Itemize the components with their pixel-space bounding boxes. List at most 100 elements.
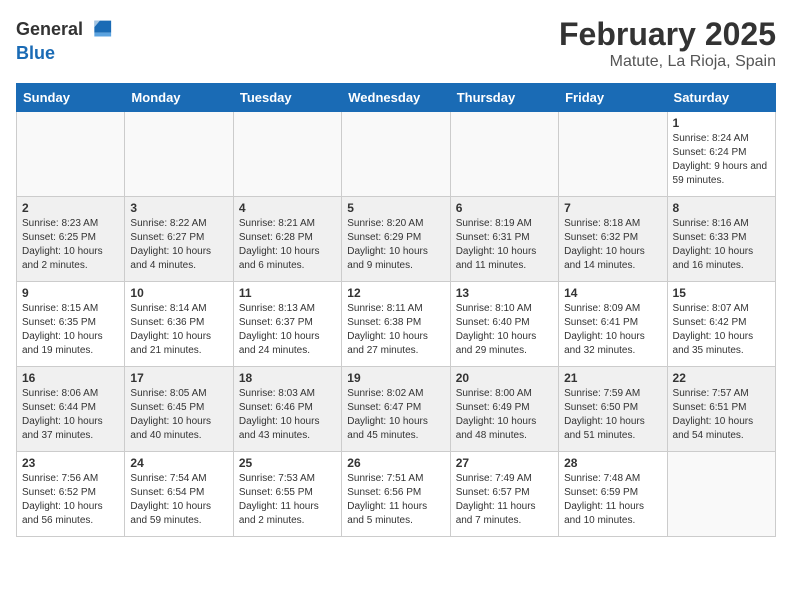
table-row: 17 Sunrise: 8:05 AMSunset: 6:45 PMDayligh… [125, 367, 233, 452]
table-row [17, 112, 125, 197]
table-row: 26 Sunrise: 7:51 AMSunset: 6:56 PMDayligh… [342, 452, 450, 537]
day-info: Sunrise: 8:07 AMSunset: 6:42 PMDaylight:… [673, 302, 770, 358]
col-sunday: Sunday [17, 84, 125, 112]
table-row [342, 112, 450, 197]
calendar-week-row: 16 Sunrise: 8:06 AMSunset: 6:44 PMDayligh… [17, 367, 776, 452]
day-info: Sunrise: 7:51 AMSunset: 6:56 PMDaylight:… [347, 472, 444, 528]
day-info: Sunrise: 8:15 AMSunset: 6:35 PMDaylight:… [22, 302, 119, 358]
table-row: 15 Sunrise: 8:07 AMSunset: 6:42 PMDayligh… [667, 282, 775, 367]
day-info: Sunrise: 7:53 AMSunset: 6:55 PMDaylight:… [239, 472, 336, 528]
table-row: 4 Sunrise: 8:21 AMSunset: 6:28 PMDaylight… [233, 197, 341, 282]
day-info: Sunrise: 8:22 AMSunset: 6:27 PMDaylight:… [130, 217, 227, 273]
day-number: 27 [456, 456, 553, 470]
day-info: Sunrise: 8:00 AMSunset: 6:49 PMDaylight:… [456, 387, 553, 443]
table-row: 6 Sunrise: 8:19 AMSunset: 6:31 PMDaylight… [450, 197, 558, 282]
day-info: Sunrise: 8:05 AMSunset: 6:45 PMDaylight:… [130, 387, 227, 443]
col-saturday: Saturday [667, 84, 775, 112]
table-row: 10 Sunrise: 8:14 AMSunset: 6:36 PMDayligh… [125, 282, 233, 367]
calendar-week-row: 2 Sunrise: 8:23 AMSunset: 6:25 PMDaylight… [17, 197, 776, 282]
calendar-header-row: Sunday Monday Tuesday Wednesday Thursday… [17, 84, 776, 112]
location: Matute, La Rioja, Spain [559, 53, 776, 71]
day-number: 19 [347, 371, 444, 385]
logo-general-text: General [16, 20, 83, 40]
day-number: 18 [239, 371, 336, 385]
table-row: 16 Sunrise: 8:06 AMSunset: 6:44 PMDayligh… [17, 367, 125, 452]
day-number: 24 [130, 456, 227, 470]
calendar-table: Sunday Monday Tuesday Wednesday Thursday… [16, 83, 776, 537]
table-row: 7Sunrise: 8:18 AMSunset: 6:32 PMDaylight… [559, 197, 667, 282]
col-wednesday: Wednesday [342, 84, 450, 112]
day-info: Sunrise: 8:10 AMSunset: 6:40 PMDaylight:… [456, 302, 553, 358]
day-number: 7 [564, 201, 661, 215]
day-number: 17 [130, 371, 227, 385]
table-row [233, 112, 341, 197]
day-info: Sunrise: 8:24 AMSunset: 6:24 PMDaylight:… [673, 132, 770, 188]
day-number: 11 [239, 286, 336, 300]
calendar-week-row: 1 Sunrise: 8:24 AMSunset: 6:24 PMDaylight… [17, 112, 776, 197]
day-info: Sunrise: 7:56 AMSunset: 6:52 PMDaylight:… [22, 472, 119, 528]
day-info: Sunrise: 8:21 AMSunset: 6:28 PMDaylight:… [239, 217, 336, 273]
day-info: Sunrise: 8:23 AMSunset: 6:25 PMDaylight:… [22, 217, 119, 273]
day-number: 6 [456, 201, 553, 215]
title-block: February 2025 Matute, La Rioja, Spain [559, 16, 776, 71]
day-info: Sunrise: 7:54 AMSunset: 6:54 PMDaylight:… [130, 472, 227, 528]
day-number: 9 [22, 286, 119, 300]
table-row: 27 Sunrise: 7:49 AMSunset: 6:57 PMDayligh… [450, 452, 558, 537]
table-row: 25 Sunrise: 7:53 AMSunset: 6:55 PMDayligh… [233, 452, 341, 537]
table-row [450, 112, 558, 197]
calendar-week-row: 9 Sunrise: 8:15 AMSunset: 6:35 PMDaylight… [17, 282, 776, 367]
calendar-week-row: 23 Sunrise: 7:56 AMSunset: 6:52 PMDayligh… [17, 452, 776, 537]
day-info: Sunrise: 8:09 AMSunset: 6:41 PMDaylight:… [564, 302, 661, 358]
day-info: Sunrise: 7:49 AMSunset: 6:57 PMDaylight:… [456, 472, 553, 528]
day-number: 26 [347, 456, 444, 470]
day-number: 1 [673, 116, 770, 130]
day-number: 14 [564, 286, 661, 300]
day-number: 12 [347, 286, 444, 300]
day-number: 2 [22, 201, 119, 215]
table-row: 22Sunrise: 7:57 AMSunset: 6:51 PMDayligh… [667, 367, 775, 452]
table-row [559, 112, 667, 197]
col-friday: Friday [559, 84, 667, 112]
day-number: 28 [564, 456, 661, 470]
day-info: Sunrise: 8:06 AMSunset: 6:44 PMDaylight:… [22, 387, 119, 443]
table-row: 20 Sunrise: 8:00 AMSunset: 6:49 PMDayligh… [450, 367, 558, 452]
day-number: 10 [130, 286, 227, 300]
table-row: 13 Sunrise: 8:10 AMSunset: 6:40 PMDayligh… [450, 282, 558, 367]
day-number: 25 [239, 456, 336, 470]
logo-blue-text: Blue [16, 44, 113, 64]
day-number: 20 [456, 371, 553, 385]
table-row: 28 Sunrise: 7:48 AMSunset: 6:59 PMDayligh… [559, 452, 667, 537]
day-info: Sunrise: 8:14 AMSunset: 6:36 PMDaylight:… [130, 302, 227, 358]
day-info: Sunrise: 8:16 AMSunset: 6:33 PMDaylight:… [673, 217, 770, 273]
day-info: Sunrise: 7:48 AMSunset: 6:59 PMDaylight:… [564, 472, 661, 528]
day-info: Sunrise: 8:02 AMSunset: 6:47 PMDaylight:… [347, 387, 444, 443]
col-thursday: Thursday [450, 84, 558, 112]
table-row [125, 112, 233, 197]
table-row: 19 Sunrise: 8:02 AMSunset: 6:47 PMDayligh… [342, 367, 450, 452]
table-row: 18Sunrise: 8:03 AMSunset: 6:46 PMDayligh… [233, 367, 341, 452]
table-row: 23 Sunrise: 7:56 AMSunset: 6:52 PMDayligh… [17, 452, 125, 537]
day-number: 16 [22, 371, 119, 385]
day-info: Sunrise: 8:19 AMSunset: 6:31 PMDaylight:… [456, 217, 553, 273]
day-info: Sunrise: 8:13 AMSunset: 6:37 PMDaylight:… [239, 302, 336, 358]
day-number: 23 [22, 456, 119, 470]
day-number: 4 [239, 201, 336, 215]
table-row: 2 Sunrise: 8:23 AMSunset: 6:25 PMDaylight… [17, 197, 125, 282]
day-number: 3 [130, 201, 227, 215]
day-number: 8 [673, 201, 770, 215]
day-info: Sunrise: 8:11 AMSunset: 6:38 PMDaylight:… [347, 302, 444, 358]
month-title: February 2025 [559, 16, 776, 53]
day-info: Sunrise: 7:57 AMSunset: 6:51 PMDaylight:… [673, 387, 770, 443]
day-info: Sunrise: 7:59 AMSunset: 6:50 PMDaylight:… [564, 387, 661, 443]
day-number: 21 [564, 371, 661, 385]
day-number: 13 [456, 286, 553, 300]
table-row: 12 Sunrise: 8:11 AMSunset: 6:38 PMDayligh… [342, 282, 450, 367]
day-number: 5 [347, 201, 444, 215]
col-monday: Monday [125, 84, 233, 112]
table-row: 24 Sunrise: 7:54 AMSunset: 6:54 PMDayligh… [125, 452, 233, 537]
table-row: 1 Sunrise: 8:24 AMSunset: 6:24 PMDaylight… [667, 112, 775, 197]
page-header: General Blue February 2025 Matute, La Ri… [16, 16, 776, 71]
day-number: 15 [673, 286, 770, 300]
table-row: 9 Sunrise: 8:15 AMSunset: 6:35 PMDaylight… [17, 282, 125, 367]
table-row: 14 Sunrise: 8:09 AMSunset: 6:41 PMDayligh… [559, 282, 667, 367]
